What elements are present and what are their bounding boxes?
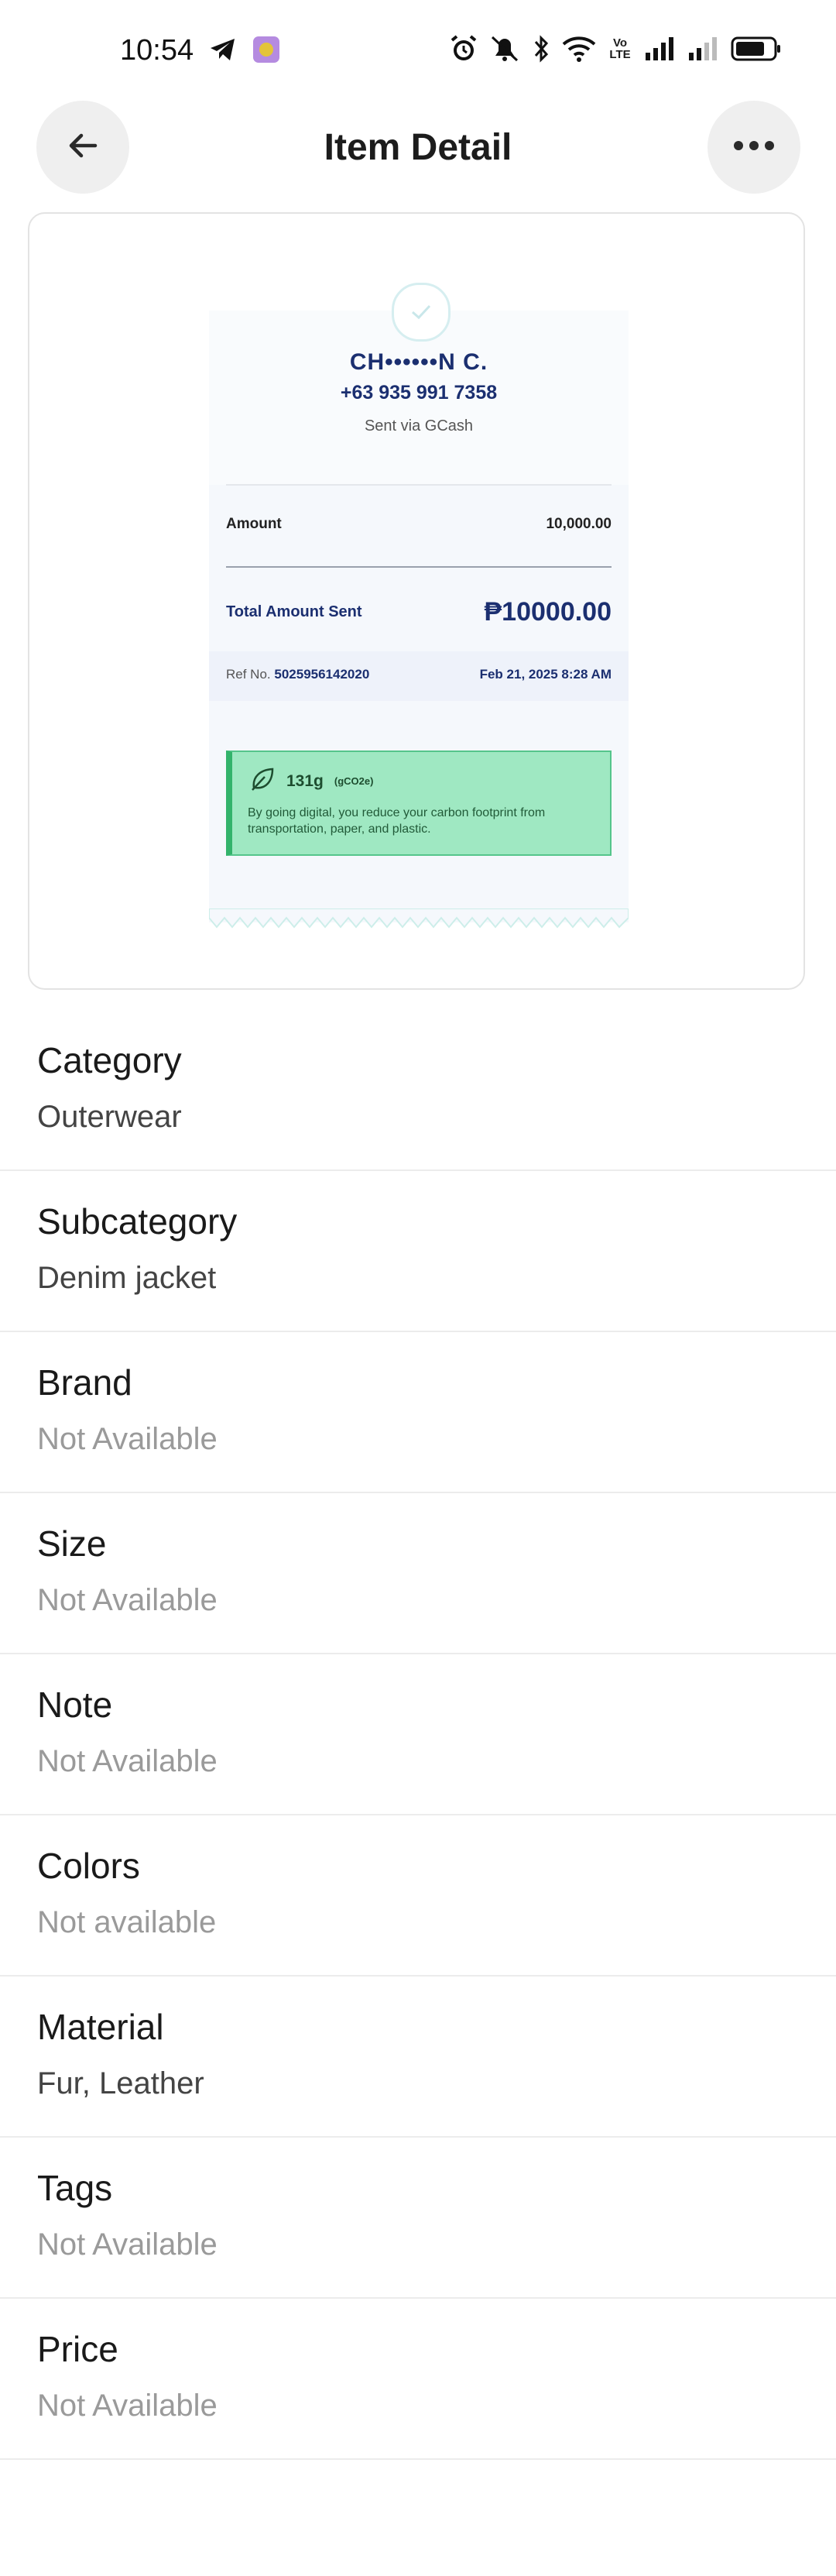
amount-row: Amount 10,000.00 bbox=[226, 516, 612, 533]
detail-label-tags: Tags bbox=[37, 2168, 113, 2208]
telegram-icon bbox=[209, 37, 237, 62]
ref-row: Ref No. 5025956142020 Feb 21, 2025 8:28 … bbox=[226, 667, 612, 682]
ref-label: Ref No. bbox=[226, 667, 271, 682]
detail-value-note: Not Available bbox=[37, 1744, 218, 1778]
more-horizontal-icon bbox=[733, 140, 775, 155]
transaction-date: Feb 21, 2025 8:28 AM bbox=[479, 667, 612, 682]
status-bar: 10:54 Vo LTE bbox=[0, 0, 836, 93]
receipt-image: CH••••••N C. +63 935 991 7358 Sent via G… bbox=[209, 283, 629, 929]
eco-value: 131g bbox=[286, 771, 324, 790]
receipt-zigzag-edge bbox=[209, 908, 629, 929]
detail-value-brand: Not Available bbox=[37, 1422, 218, 1456]
detail-value-colors: Not available bbox=[37, 1905, 217, 1939]
detail-label-brand: Brand bbox=[37, 1362, 132, 1403]
detail-label-note: Note bbox=[37, 1685, 113, 1725]
app-header: Item Detail bbox=[0, 99, 836, 198]
eco-text: By going digital, you reduce your carbon… bbox=[248, 806, 546, 836]
more-options-button[interactable] bbox=[708, 101, 800, 194]
detail-label-size: Size bbox=[37, 1523, 107, 1564]
detail-label-category: Category bbox=[37, 1040, 182, 1080]
detail-row-material: Material Fur, Leather bbox=[0, 1977, 836, 2138]
detail-value-material: Fur, Leather bbox=[37, 2066, 204, 2100]
detail-value-subcategory: Denim jacket bbox=[37, 1261, 217, 1295]
total-row: Total Amount Sent ₱10000.00 bbox=[226, 597, 612, 627]
app-notification-icon bbox=[252, 36, 280, 64]
amount-value: 10,000.00 bbox=[546, 516, 612, 532]
total-label: Total Amount Sent bbox=[226, 603, 362, 620]
item-details-list: Category Outerwear Subcategory Denim jacket… bbox=[0, 1010, 836, 2460]
amount-label: Amount bbox=[226, 516, 282, 532]
eco-unit: (gCO2e) bbox=[334, 775, 374, 787]
recipient-name: CH••••••N C. bbox=[349, 349, 488, 375]
detail-label-colors: Colors bbox=[37, 1846, 140, 1886]
volte-icon: Vo LTE bbox=[609, 36, 631, 61]
receipt-divider bbox=[226, 484, 612, 486]
detail-value-tags: Not Available bbox=[37, 2227, 218, 2262]
total-value: ₱10000.00 bbox=[484, 597, 612, 627]
check-circle-icon bbox=[392, 283, 451, 342]
signal-icon-sim2 bbox=[687, 36, 720, 62]
sent-via-text: Sent via GCash bbox=[364, 417, 474, 434]
ref-info: Ref No. 5025956142020 bbox=[226, 667, 369, 682]
detail-row-brand: Brand Not Available bbox=[0, 1332, 836, 1493]
recipient-phone: +63 935 991 7358 bbox=[340, 382, 498, 404]
status-time: 10:54 bbox=[120, 34, 194, 67]
detail-label-price: Price bbox=[37, 2329, 118, 2369]
battery-icon bbox=[731, 36, 782, 62]
detail-row-category: Category Outerwear bbox=[0, 1010, 836, 1171]
alarm-icon bbox=[449, 34, 478, 64]
status-right-icons: Vo LTE bbox=[449, 34, 782, 64]
detail-row-note: Note Not Available bbox=[0, 1654, 836, 1815]
wifi-icon bbox=[562, 35, 596, 63]
item-image-card[interactable]: CH••••••N C. +63 935 991 7358 Sent via G… bbox=[28, 212, 805, 990]
detail-value-category: Outerwear bbox=[37, 1100, 182, 1134]
leaf-icon bbox=[249, 766, 276, 796]
receipt-divider-strong bbox=[226, 566, 612, 568]
eco-header: 131g (gCO2e) bbox=[249, 766, 373, 796]
detail-label-material: Material bbox=[37, 2007, 164, 2047]
detail-label-subcategory: Subcategory bbox=[37, 1201, 238, 1242]
detail-value-price: Not Available bbox=[37, 2389, 218, 2423]
mute-icon bbox=[489, 34, 522, 64]
detail-value-size: Not Available bbox=[37, 1583, 218, 1617]
bluetooth-icon bbox=[533, 34, 551, 64]
detail-row-subcategory: Subcategory Denim jacket bbox=[0, 1171, 836, 1332]
detail-row-size: Size Not Available bbox=[0, 1493, 836, 1654]
detail-row-price: Price Not Available bbox=[0, 2299, 836, 2460]
detail-row-colors: Colors Not available bbox=[0, 1815, 836, 1977]
eco-banner: 131g (gCO2e) By going digital, you reduc… bbox=[226, 750, 612, 856]
status-left-icons bbox=[209, 36, 280, 64]
ref-number: 5025956142020 bbox=[274, 667, 370, 682]
signal-icon-sim1 bbox=[644, 36, 677, 62]
detail-row-tags: Tags Not Available bbox=[0, 2138, 836, 2299]
